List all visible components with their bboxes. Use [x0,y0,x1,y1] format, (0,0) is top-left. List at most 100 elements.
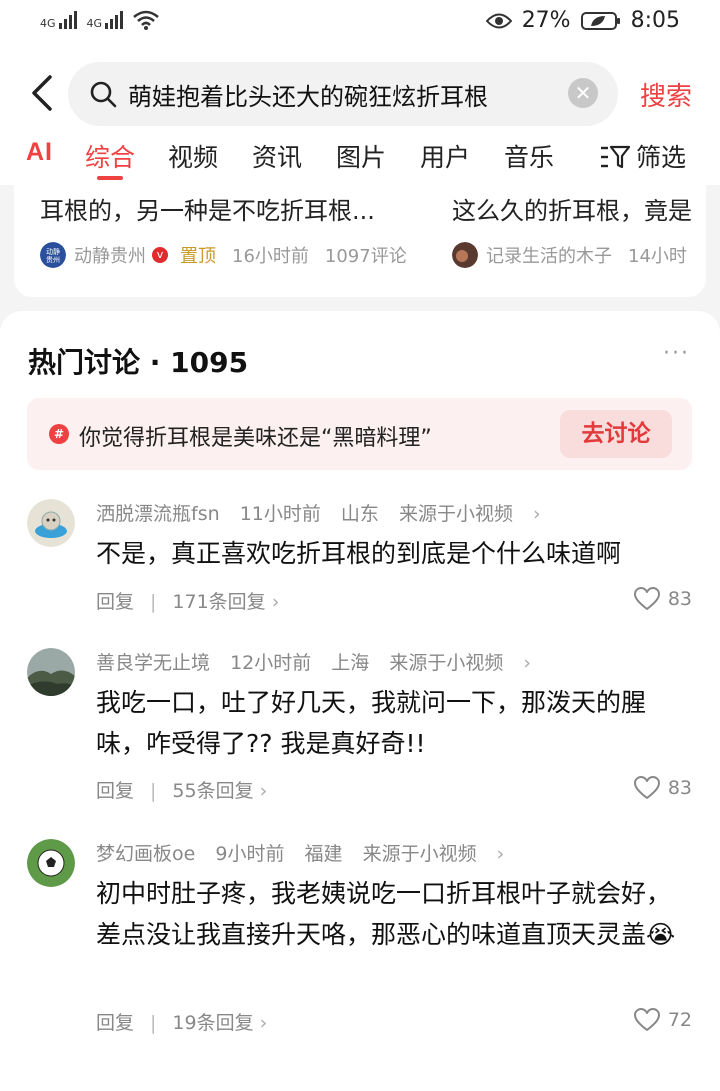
tab-video[interactable]: 视频 [168,138,218,174]
svg-text:贵州: 贵州 [46,255,60,264]
signal-icon-1: 4G [40,11,77,29]
result-comments: 1097评论 [324,246,407,267]
chevron-right-icon: › [265,591,280,613]
chevron-right-icon: › [517,652,532,674]
search-query: 萌娃抱着比头还大的碗狂炫折耳根 [128,82,488,111]
user-avatar[interactable] [27,839,75,887]
comment-location: 山东 [340,503,379,525]
author-name: 动静贵州 [74,246,146,267]
chevron-right-icon: › [527,503,541,525]
filter-icon [601,145,630,169]
topic-banner[interactable]: # 你觉得折耳根是美味还是“黑暗料理” 去讨论 [27,398,692,470]
like-count: 83 [667,588,692,610]
heart-icon [633,1008,660,1031]
heart-icon [633,776,660,799]
like-button[interactable]: 83 [633,587,692,611]
comment-username[interactable]: 梦幻画板oe [96,843,195,865]
divider: | [150,591,157,613]
chevron-right-icon: › [253,1012,268,1034]
reply-button[interactable]: 回复 [96,1012,134,1034]
clear-icon[interactable]: ✕ [568,78,598,108]
user-avatar[interactable] [27,648,75,696]
author-avatar: 动静 贵州 [40,242,66,268]
tab-news[interactable]: 资讯 [252,138,302,174]
user-avatar[interactable] [27,499,75,547]
search-row: 萌娃抱着比头还大的碗狂炫折耳根 ✕ 搜索 [0,62,720,126]
comment-footer: 回复 | 171条回复 › [96,587,279,614]
tab-users[interactable]: 用户 [420,138,470,174]
comment-source[interactable]: 来源于小视频 › [399,503,555,525]
svg-text:动静: 动静 [46,247,60,256]
comment-text: 不是，真正喜欢吃折耳根的到底是个什么味道啊 [96,539,622,568]
comment-text: 我吃一口，吐了好几天，我就问一下，那泼天的腥味，咋受得了?? 我是真好奇!! [96,688,647,758]
like-count: 83 [667,777,692,799]
reply-button[interactable]: 回复 [96,780,134,802]
comment-meta: 梦幻画板oe 9小时前 福建 来源于小视频 › [96,839,532,866]
wifi-icon [133,10,159,30]
view-replies-link[interactable]: 19条回复 › [172,1012,267,1034]
author-name: 记录生活的木子 [486,246,612,267]
result-card[interactable]: 耳根的，另一种是不吃折耳根... 动静 贵州 动静贵州 v 置顶 16小时前 1… [40,191,423,268]
search-icon [90,81,117,108]
result-time: 16小时前 [232,246,309,267]
battery-icon [580,11,620,30]
like-count: 72 [667,1009,692,1031]
tab-ai[interactable]: AI [26,138,53,167]
pinned-badge: 置顶 [180,246,216,267]
more-icon[interactable]: ··· [663,341,690,366]
clock: 8:05 [630,8,680,33]
comment-time: 12小时前 [230,652,312,674]
topic-text: 你觉得折耳根是美味还是“黑暗料理” [79,426,432,451]
like-button[interactable]: 72 [633,1008,692,1032]
comment-source[interactable]: 来源于小视频 › [389,652,545,674]
comment-username[interactable]: 善良学无止境 [96,652,210,674]
comment-time: 9小时前 [215,843,285,865]
divider: | [150,1012,157,1034]
active-tab-indicator [97,176,123,180]
comment-meta: 洒脱漂流瓶fsn 11小时前 山东 来源于小视频 › [96,499,569,526]
discuss-button[interactable]: 去讨论 [560,410,672,458]
reply-button[interactable]: 回复 [96,591,134,613]
verified-icon: v [152,247,168,263]
signal-indicators: 4G 4G [40,10,159,30]
status-bar: 4G 4G 27% 8:05 [0,0,720,50]
filter-label: 筛选 [636,143,687,172]
result-meta: 记录生活的木子 14小时 [452,242,703,268]
battery-percent: 27% [521,8,571,33]
result-time: 14小时 [628,246,687,267]
hashtag-icon: # [49,424,69,444]
comment-username[interactable]: 洒脱漂流瓶fsn [96,503,220,525]
status-right: 27% 8:05 [485,8,680,33]
comment-time: 11小时前 [239,503,321,525]
like-button[interactable]: 83 [633,776,692,800]
result-title: 耳根的，另一种是不吃折耳根... [40,197,375,225]
heart-icon [633,587,660,610]
comment-footer: 回复 | 55条回复 › [96,776,267,803]
hot-discussion-section: 热门讨论 · 1095 ··· # 你觉得折耳根是美味还是“黑暗料理” 去讨论 … [0,311,720,1091]
eye-icon [485,13,512,28]
result-cards-row: 耳根的，另一种是不吃折耳根... 动静 贵州 动静贵州 v 置顶 16小时前 1… [14,185,706,297]
tab-images[interactable]: 图片 [336,138,386,174]
chevron-right-icon: › [490,843,505,865]
divider: | [150,780,157,802]
comment-text: 初中时肚子疼，我老姨说吃一口折耳根叶子就会好，差点没让我直接升天咯，那恶心的味道… [96,879,676,949]
comment-location: 福建 [304,843,343,865]
search-input[interactable]: 萌娃抱着比头还大的碗狂炫折耳根 ✕ [68,62,618,126]
result-title: 这么久的折耳根，竟是 [452,197,692,225]
comment-meta: 善良学无止境 12小时前 上海 来源于小视频 › [96,648,559,675]
search-button[interactable]: 搜索 [640,76,692,113]
result-card[interactable]: 这么久的折耳根，竟是 记录生活的木子 14小时 [452,191,703,268]
back-arrow-icon[interactable] [28,74,56,112]
result-meta: 动静 贵州 动静贵州 v 置顶 16小时前 1097评论 [40,242,423,268]
tab-music[interactable]: 音乐 [504,138,554,174]
signal-icon-2: 4G [87,11,124,29]
top-header: 4G 4G 27% 8:05 萌娃抱着比头还大的碗狂炫折耳根 ✕ 搜索 AI 综… [0,0,720,185]
filter-button[interactable]: 筛选 [600,138,686,174]
view-replies-link[interactable]: 55条回复 › [172,780,267,802]
comment-footer: 回复 | 19条回复 › [96,1008,267,1035]
network-type-2: 4G [86,17,103,30]
view-replies-link[interactable]: 171条回复 › [172,591,279,613]
tab-all[interactable]: 综合 [85,138,135,174]
comment-source[interactable]: 来源于小视频 › [363,843,519,865]
author-avatar [452,242,478,268]
